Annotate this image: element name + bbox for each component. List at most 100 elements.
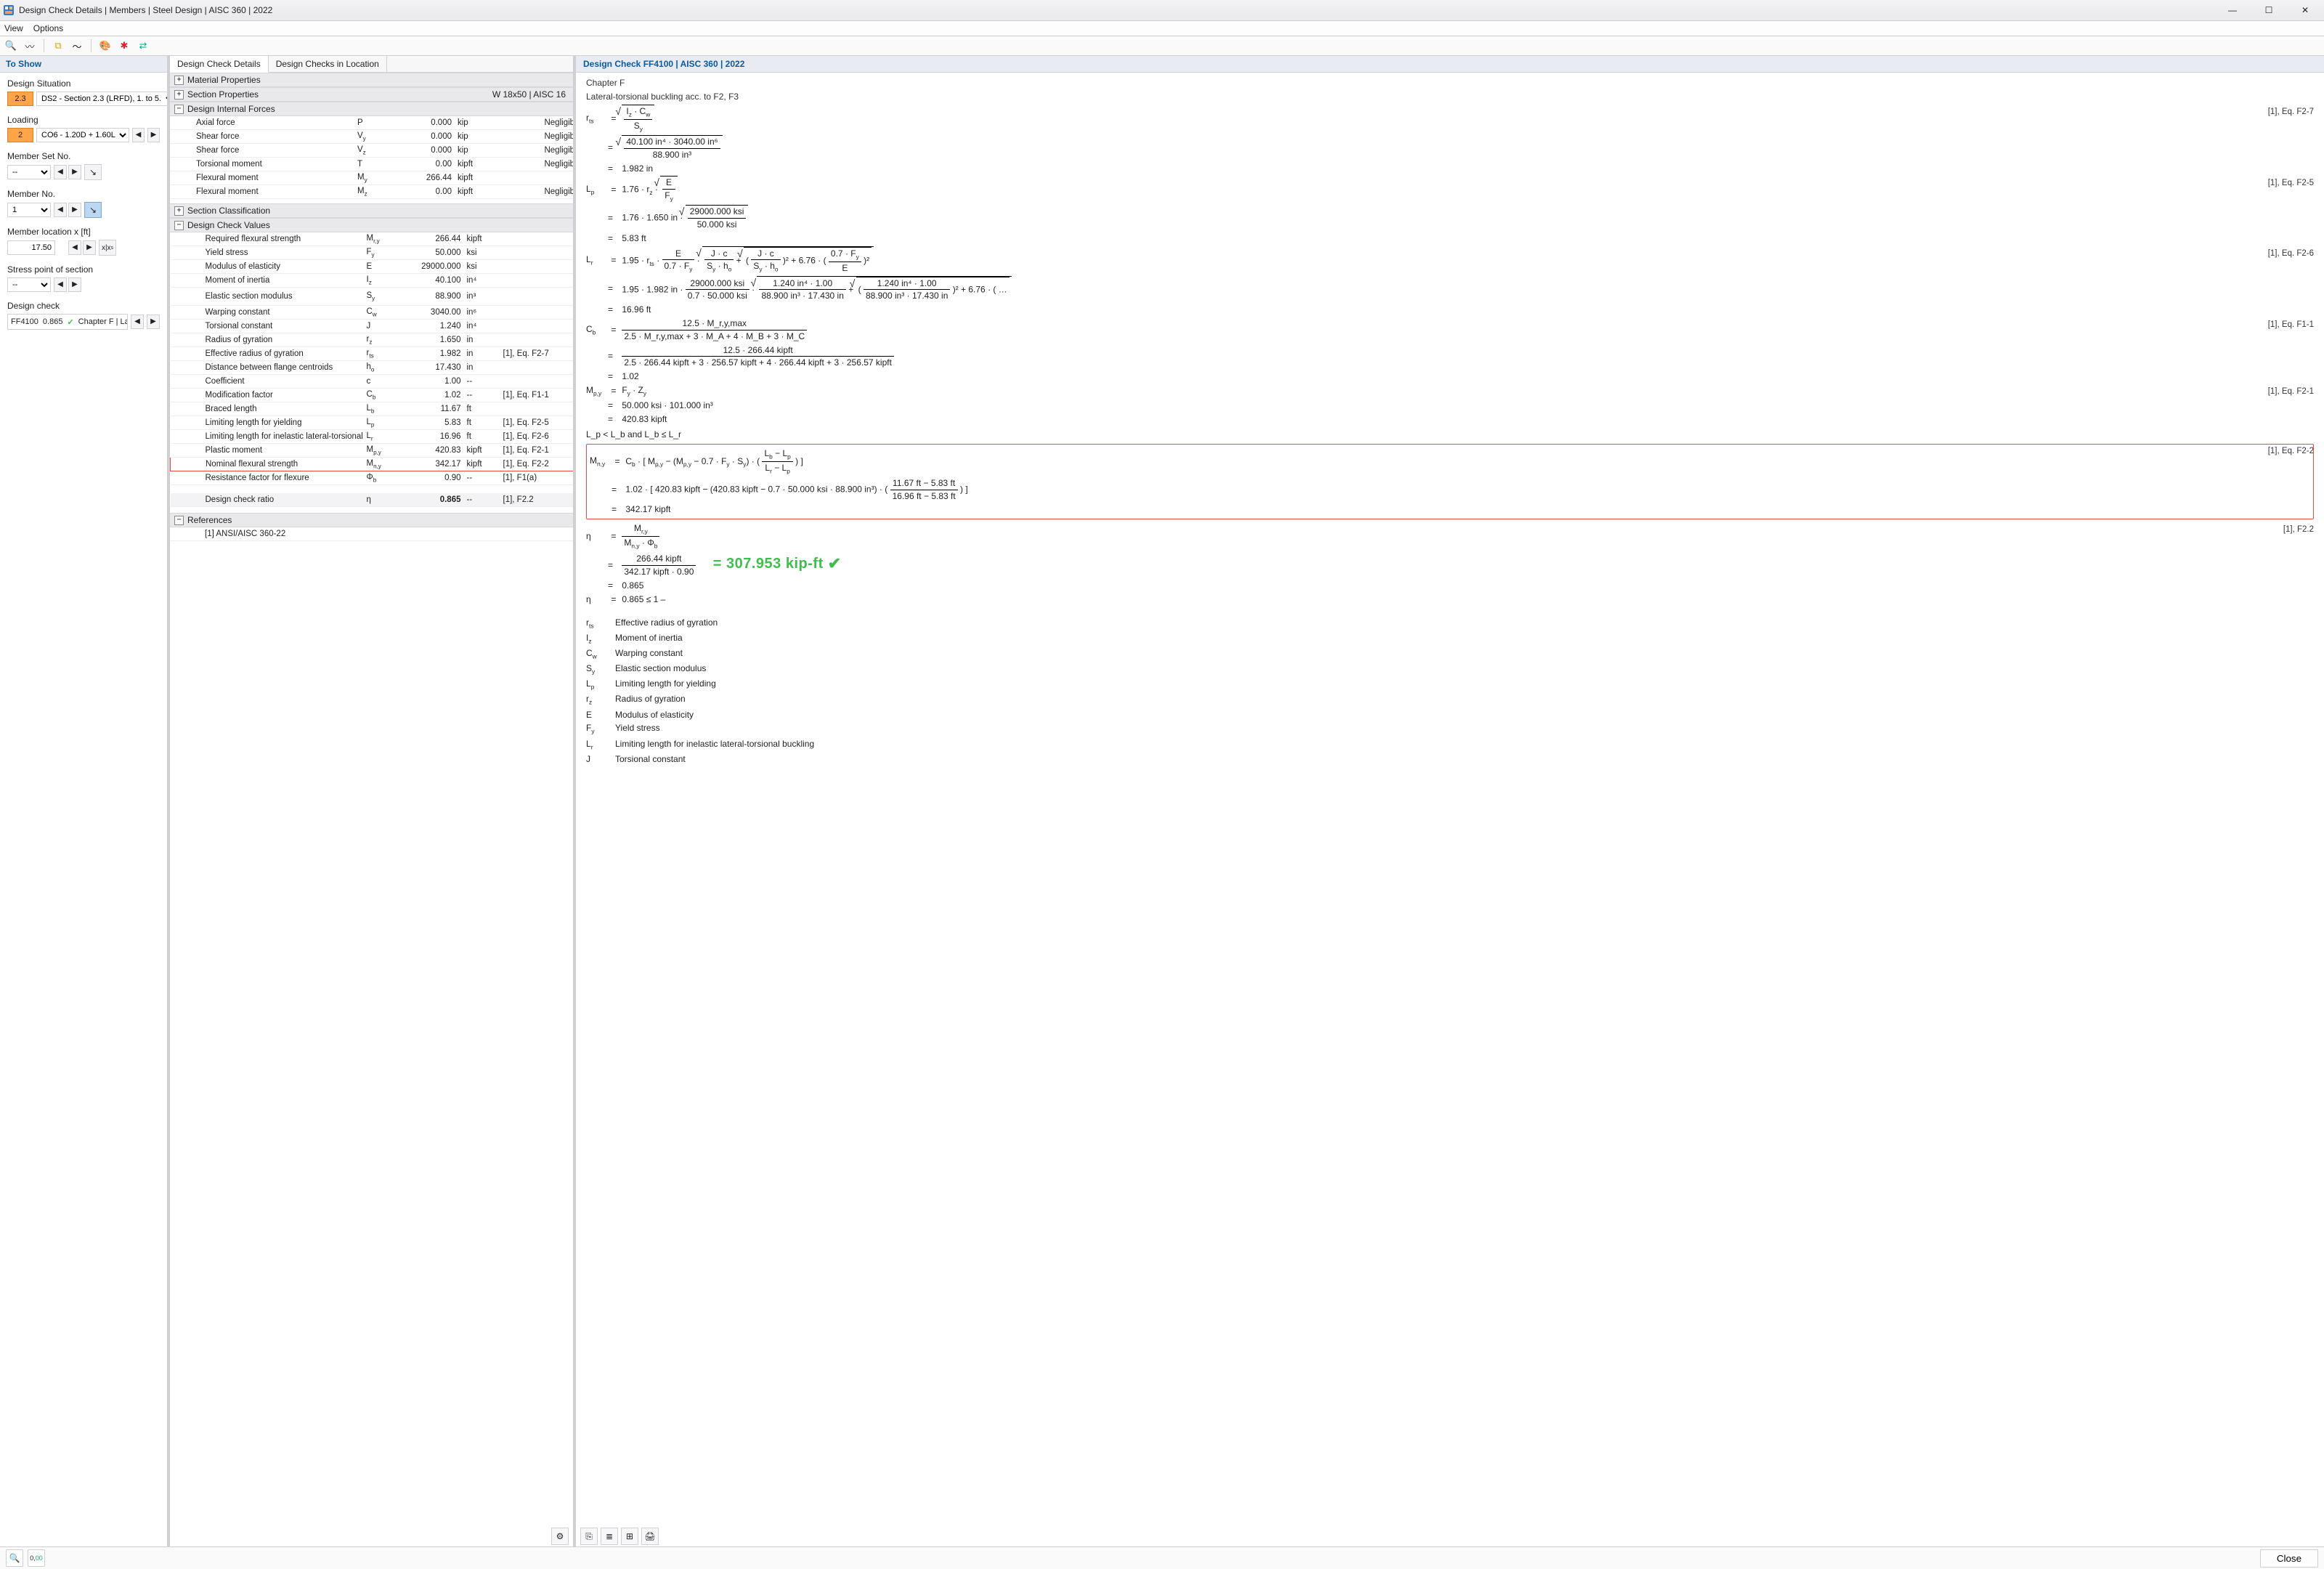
ml-next[interactable]: ▶: [83, 240, 96, 255]
right-tool-2-icon[interactable]: ≣: [601, 1528, 618, 1545]
member-set-group: Member Set No. -- ◀ ▶ ↘: [7, 151, 160, 180]
table-row: Plastic momentMp,y420.83kipft[1], Eq. F2…: [171, 444, 574, 458]
design-situation-select[interactable]: DS2 - Section 2.3 (LRFD), 1. to 5.: [36, 92, 167, 106]
tool-symbol-icon[interactable]: ✱: [116, 38, 132, 54]
check-ok-icon: ✓: [67, 317, 73, 327]
dc-prev[interactable]: ◀: [131, 315, 144, 329]
sp-prev[interactable]: ◀: [54, 277, 67, 292]
menubar: View Options: [0, 21, 2324, 36]
ml-prev[interactable]: ◀: [68, 240, 81, 255]
table-row: Torsional momentT0.00kipftNegligible: [170, 158, 573, 171]
table-row: Shear forceVz0.000kipNegligible: [170, 144, 573, 158]
eq-lp: Lp= 1.76 · rz · EFy: [586, 176, 2268, 203]
left-header: To Show: [0, 56, 167, 73]
footer-zoom-icon[interactable]: 🔍: [6, 1549, 23, 1567]
tab-in-location[interactable]: Design Checks in Location: [269, 56, 387, 72]
table-row: Nominal flexural strengthMn,y342.17kipft…: [171, 458, 574, 471]
eq-rts: rts= Iz · CwSy: [586, 105, 2268, 134]
table-row: Resistance factor for flexureΦb0.90--[1]…: [171, 471, 574, 485]
table-row: Warping constantCw3040.00in⁶: [171, 306, 574, 320]
member-loc-x-icon[interactable]: x|xs: [99, 240, 116, 256]
table-row: Limiting length for yieldingLp5.83ft[1],…: [171, 416, 574, 430]
section-check-values[interactable]: − Design Check Values: [170, 218, 573, 232]
collapse-icon[interactable]: −: [174, 221, 184, 230]
collapse-icon[interactable]: −: [174, 516, 184, 525]
right-tool-1-icon[interactable]: ⎘: [580, 1528, 598, 1545]
right-tool-3-icon[interactable]: ⊞: [621, 1528, 638, 1545]
eq-lr: Lr= 1.95 · rts · E0.7 · Fy · J · cSy · h…: [586, 246, 2268, 275]
design-check-label: Design check: [7, 301, 160, 311]
tool-zoom-icon[interactable]: 🔍: [3, 38, 19, 54]
tool-yellow-icon[interactable]: ⧉: [50, 38, 66, 54]
member-no-select[interactable]: 1: [7, 203, 51, 217]
member-set-pick-icon[interactable]: ↘: [84, 164, 102, 180]
member-no-pick-icon[interactable]: ↘: [84, 202, 102, 218]
symbol-row: JTorsional constant: [586, 753, 2314, 766]
table-row: Flexural momentMz0.00kipftNegligible: [170, 185, 573, 199]
sp-next[interactable]: ▶: [68, 277, 81, 292]
section-section-properties[interactable]: + Section Properties W 18x50 | AISC 16: [170, 87, 573, 102]
footer-decimals-icon[interactable]: 0,00: [28, 1549, 45, 1567]
menu-view[interactable]: View: [4, 23, 23, 33]
symbol-row: FyYield stress: [586, 721, 2314, 737]
section-references[interactable]: − References: [170, 513, 573, 527]
mid-settings-icon[interactable]: ⚙: [551, 1528, 569, 1545]
table-row: Distance between flange centroidsho17.43…: [171, 361, 574, 375]
table-row: Elastic section modulusSy88.900in³✔: [171, 288, 574, 306]
loading-group: Loading 2 CO6 - 1.20D + 1.60L ◀ ▶: [7, 115, 160, 142]
symbol-list: rtsEffective radius of gyrationIzMoment …: [586, 616, 2314, 766]
stress-point-select[interactable]: --: [7, 277, 51, 292]
loading-select[interactable]: CO6 - 1.20D + 1.60L: [36, 128, 129, 142]
formula-scroll[interactable]: Chapter F Lateral-torsional buckling acc…: [576, 73, 2324, 1546]
section-internal-forces[interactable]: − Design Internal Forces: [170, 102, 573, 116]
symbol-row: IzMoment of inertia: [586, 631, 2314, 646]
load-prev[interactable]: ◀: [132, 128, 145, 142]
close-dialog-button[interactable]: Close: [2260, 1549, 2318, 1568]
member-loc-input[interactable]: [7, 240, 55, 255]
section-material-properties[interactable]: + Material Properties: [170, 73, 573, 87]
chapter-line: Chapter F: [586, 77, 2314, 89]
table-row: Shear forceVy0.000kipNegligible: [170, 130, 573, 144]
symbol-row: LrLimiting length for inelastic lateral-…: [586, 737, 2314, 753]
load-next[interactable]: ▶: [147, 128, 160, 142]
table-row: Coefficientc1.00--: [171, 375, 574, 389]
print-icon[interactable]: 🖨: [641, 1528, 659, 1545]
symbol-row: rzRadius of gyration: [586, 692, 2314, 708]
expand-icon[interactable]: +: [174, 206, 184, 216]
expand-icon[interactable]: +: [174, 76, 184, 85]
design-check-result[interactable]: FF4100 0.865 ✓ Chapter F | Lateral-torsi…: [7, 314, 128, 330]
minimize-button[interactable]: —: [2217, 1, 2248, 19]
tab-details[interactable]: Design Check Details: [170, 56, 269, 73]
eq-eta: η= Mr,yMn,y · Φb: [586, 522, 2283, 551]
right-panel: Design Check FF4100 | AISC 360 | 2022 Ch…: [576, 56, 2324, 1546]
maximize-button[interactable]: ☐: [2253, 1, 2285, 19]
table-row: Effective radius of gyrationrts1.982in[1…: [171, 347, 574, 361]
member-no-group: Member No. 1 ◀ ▶ ↘: [7, 189, 160, 218]
symbol-row: rtsEffective radius of gyration: [586, 616, 2314, 631]
tool-member-icon[interactable]: 〰: [22, 38, 38, 54]
member-set-label: Member Set No.: [7, 151, 160, 161]
ms-prev[interactable]: ◀: [54, 165, 67, 179]
stress-point-label: Stress point of section: [7, 264, 160, 275]
lp-condition: L_p < L_b and L_b ≤ L_r: [586, 429, 2314, 441]
left-panel: To Show Design Situation 2.3 DS2 - Secti…: [0, 56, 167, 1546]
collapse-icon[interactable]: −: [174, 105, 184, 114]
expand-icon[interactable]: +: [174, 90, 184, 100]
member-no-label: Member No.: [7, 189, 160, 199]
loading-label: Loading: [7, 115, 160, 125]
section-classification[interactable]: + Section Classification: [170, 203, 573, 218]
right-header: Design Check FF4100 | AISC 360 | 2022: [576, 56, 2324, 73]
member-set-select[interactable]: --: [7, 165, 51, 179]
ratio-row: Design check ratioη0.865--≤ 1 ✓[1], F2.2: [171, 493, 574, 507]
check-values-table: Required flexural strengthMr,y266.44kipf…: [170, 232, 573, 507]
tool-wave-icon[interactable]: 〜: [69, 38, 85, 54]
tool-colors-icon[interactable]: 🎨: [97, 38, 113, 54]
symbol-row: CwWarping constant: [586, 646, 2314, 662]
mn-prev[interactable]: ◀: [54, 203, 67, 217]
dc-next[interactable]: ▶: [147, 315, 160, 329]
mn-next[interactable]: ▶: [68, 203, 81, 217]
tool-swap-icon[interactable]: ⇄: [135, 38, 151, 54]
close-button[interactable]: ✕: [2289, 1, 2321, 19]
menu-options[interactable]: Options: [33, 23, 63, 33]
ms-next[interactable]: ▶: [68, 165, 81, 179]
